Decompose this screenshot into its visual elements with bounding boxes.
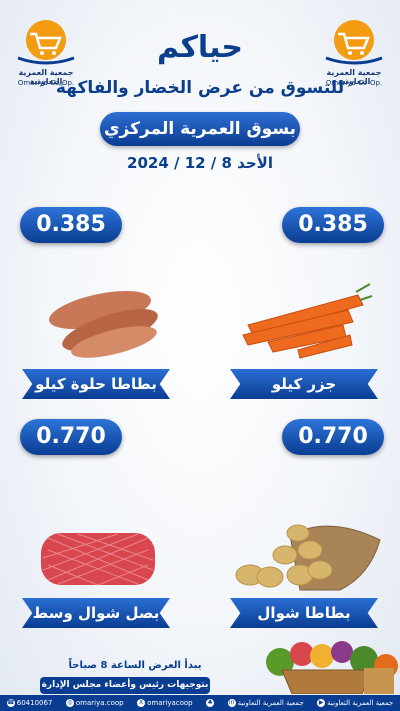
offer-date: الأحد 8 / 12 / 2024 bbox=[127, 154, 273, 172]
onion-sack-image bbox=[41, 533, 155, 586]
social-item-instagram[interactable]: ◎ omariya.coop bbox=[65, 699, 124, 707]
price-badge-carrots: 0.385 bbox=[282, 207, 384, 243]
social-text: 60410067 bbox=[16, 699, 53, 707]
label-sweet-potato: بطاطا حلوة كيلو bbox=[22, 369, 170, 399]
social-item-x[interactable]: X omariyacoop bbox=[137, 699, 193, 707]
price-badge-onion-sack: 0.770 bbox=[20, 419, 122, 455]
vegetable-basket-image bbox=[266, 641, 398, 694]
price-badge-potato-sack: 0.770 bbox=[282, 419, 384, 455]
social-item-linkedin[interactable]: in جمعية العمرية التعاونية bbox=[227, 699, 304, 707]
carrots-image bbox=[242, 283, 373, 359]
label-carrots: جزر كيلو bbox=[230, 369, 378, 399]
social-text: omariyacoop bbox=[147, 699, 193, 707]
offer-start-note: يبدأ العرض الساعة 8 صباحاً bbox=[68, 660, 202, 671]
social-text: جمعية العمرية التعاونية bbox=[327, 699, 394, 707]
label-onion-sack: بصل شوال وسط bbox=[22, 598, 170, 628]
sweet-potato-image bbox=[49, 290, 158, 358]
social-item-phone[interactable]: ☎ 60410067 bbox=[6, 699, 53, 707]
instagram-icon: ◎ bbox=[65, 699, 74, 707]
market-name-banner: بسوق العمرية المركزي bbox=[100, 112, 300, 146]
offer-subtitle: للتسوق من عرض الخضار والفاكهة bbox=[55, 78, 345, 98]
youtube-icon: ▶ bbox=[317, 699, 326, 707]
price-badge-sweet-potato: 0.385 bbox=[20, 207, 122, 243]
potato-sack-image bbox=[235, 524, 381, 591]
social-bar: ☎ 60410067 ◎ omariya.coop X omariyacoop … bbox=[0, 695, 400, 711]
board-directive-note: بتوجيهات رئيس وأعضاء مجلس الإدارة bbox=[40, 677, 210, 694]
social-item-snapchat[interactable]: ♣ bbox=[206, 699, 215, 707]
social-item-youtube[interactable]: ▶ جمعية العمرية التعاونية bbox=[317, 699, 393, 707]
social-text: omariya.coop bbox=[75, 699, 124, 707]
linkedin-icon: in bbox=[227, 699, 236, 707]
social-text: جمعية العمرية التعاونية bbox=[237, 699, 304, 707]
phone-icon: ☎ bbox=[6, 699, 15, 707]
x-icon: X bbox=[137, 699, 146, 707]
snapchat-icon: ♣ bbox=[206, 699, 215, 707]
greeting-title: حياكم bbox=[156, 30, 244, 65]
label-potato-sack: بطاطا شوال bbox=[230, 598, 378, 628]
